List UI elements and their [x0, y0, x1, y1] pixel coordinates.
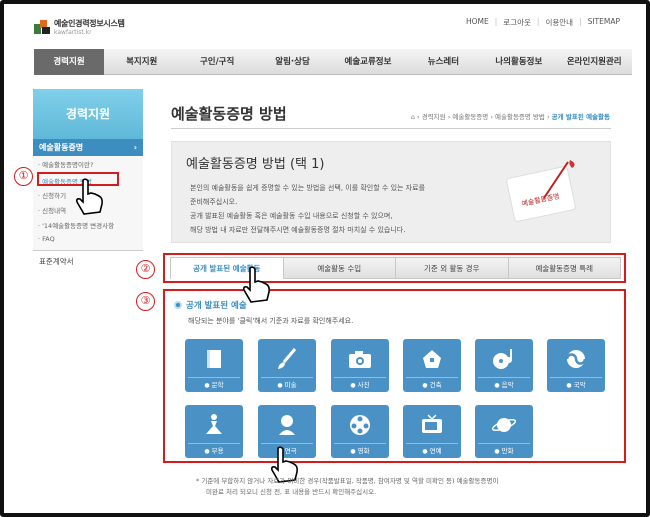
tv-icon: [403, 409, 461, 441]
sidebar-subitem-about[interactable]: · 예술활동증명이란?: [38, 159, 93, 169]
film-icon: [331, 409, 389, 441]
music-icon: [475, 343, 533, 375]
nav-item-newsletter[interactable]: 뉴스레터: [406, 49, 481, 75]
brush-icon: [258, 343, 316, 375]
sidebar-title: 경력지원: [33, 89, 143, 139]
sidebar-subitem-changes[interactable]: · '14예술활동증명 변경사항: [38, 220, 114, 230]
breadcrumb-item[interactable]: 경력지원: [422, 113, 446, 121]
section-heading: 공개 발표된 예술: [174, 299, 247, 311]
pointer-hand-icon: [76, 178, 103, 215]
sidebar-item-label: 예술활동증명: [39, 143, 84, 152]
divider: [171, 128, 611, 129]
util-guide-link[interactable]: 이용안내: [545, 17, 573, 28]
callout-number-2: ②: [136, 260, 155, 279]
logo-title: 예술인경력정보시스템: [54, 19, 125, 28]
sidebar-item-art-certification[interactable]: 예술활동증명 ›: [33, 139, 143, 156]
field-card-film[interactable]: 영화: [331, 405, 389, 458]
pointer-hand-icon: [243, 266, 270, 303]
breadcrumb-item[interactable]: 예술활동증명 방법: [495, 113, 545, 121]
callout-highlight-2: [163, 253, 626, 283]
field-card-literature[interactable]: 문학: [185, 339, 243, 392]
field-card-entertainment[interactable]: 연예: [403, 405, 461, 458]
callout-number-3: ③: [136, 292, 155, 311]
logo-subtitle: kawfartist.kr: [54, 29, 92, 36]
nav-item-exchange[interactable]: 예술교류정보: [330, 49, 405, 75]
notice-text: * 기준에 부합하지 않거나 자료가 미비한 경우(작품발표일, 작품명, 참여…: [196, 477, 499, 496]
main-nav: 경력지원 복지지원 구인/구직 알림·상담 예술교류정보 뉴스레터 나의활동정보…: [34, 49, 632, 75]
info-box: 예술활동증명 방법 (택 1) 본인의 예술활동을 쉽게 증명할 수 있는 방법…: [171, 141, 611, 243]
nav-item-notice[interactable]: 알림·상담: [255, 49, 330, 75]
field-card-fine-art[interactable]: 미술: [258, 339, 316, 392]
sidebar-item-standard-contract[interactable]: 표준계약서: [33, 250, 143, 272]
nav-item-jobs[interactable]: 구인/구직: [179, 49, 254, 75]
field-card-music[interactable]: 음악: [475, 339, 533, 392]
logo-mark-icon: [34, 20, 50, 34]
util-logout-link[interactable]: 로그아웃: [503, 17, 531, 28]
field-card-dance[interactable]: 무용: [185, 405, 243, 458]
breadcrumb: ⌂ › 경력지원 › 예술활동증명 › 예술활동증명 방법 › 공개 발표된 예…: [410, 113, 610, 121]
building-icon: [403, 343, 461, 375]
book-icon: [185, 343, 243, 375]
camera-icon: [331, 343, 389, 375]
breadcrumb-current: 공개 발표된 예술활동: [551, 113, 610, 121]
field-card-architecture[interactable]: 건축: [403, 339, 461, 392]
home-icon[interactable]: ⌂: [411, 113, 415, 121]
taeguk-icon: [547, 343, 605, 375]
bullet-icon: [174, 301, 182, 309]
nav-item-online-support[interactable]: 온라인지원관리: [557, 49, 632, 75]
nav-item-welfare[interactable]: 복지지원: [104, 49, 179, 75]
field-card-comics[interactable]: 만화: [475, 405, 533, 458]
field-card-photo[interactable]: 사진: [331, 339, 389, 392]
util-home-link[interactable]: HOME: [466, 17, 489, 28]
info-text: 본인의 예술활동을 쉽게 증명할 수 있는 방법을 선택, 이를 확인할 수 있…: [190, 184, 426, 234]
util-sitemap-link[interactable]: SITEMAP: [588, 17, 620, 28]
sidebar-subitem-history[interactable]: · 신청내역: [38, 205, 66, 215]
page-title: 예술활동증명 방법: [171, 105, 287, 123]
info-title: 예술활동증명 방법 (택 1): [186, 157, 325, 172]
field-card-traditional-music[interactable]: 국악: [547, 339, 605, 392]
breadcrumb-item[interactable]: 예술활동증명: [452, 113, 488, 121]
nav-item-my-activity[interactable]: 나의활동정보: [481, 49, 556, 75]
sidebar-subitem-faq[interactable]: · FAQ: [38, 235, 55, 243]
site-logo[interactable]: 예술인경력정보시스템 kawfartist.kr: [34, 18, 125, 36]
chevron-right-icon: ›: [133, 143, 137, 152]
section-description: 해당되는 분야를 '클릭'해서 기준과 자료를 확인해주세요.: [188, 317, 354, 325]
sidebar-subitem-apply[interactable]: · 신청하기: [38, 190, 66, 200]
nav-item-career[interactable]: 경력지원: [34, 49, 104, 75]
utility-links: HOME | 로그아웃 | 이용안내 | SITEMAP: [466, 17, 620, 28]
dance-icon: [185, 409, 243, 441]
planet-icon: [475, 409, 533, 441]
callout-number-1: ①: [14, 167, 33, 186]
certificate-illustration-icon: 예술활동증명: [506, 160, 576, 222]
actor-icon: [258, 409, 316, 441]
